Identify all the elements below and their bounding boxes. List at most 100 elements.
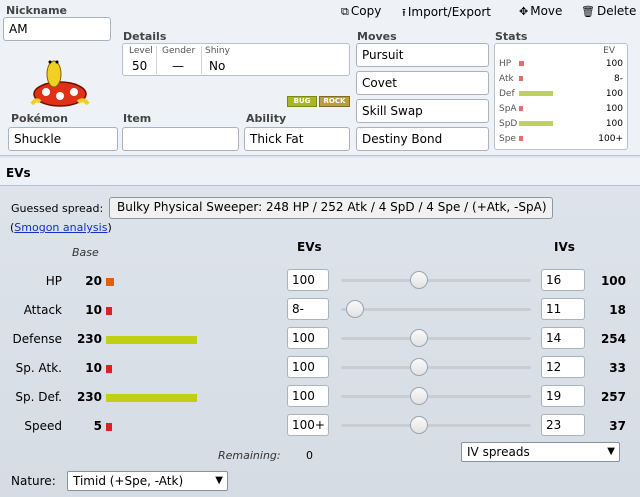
set-editor-panel: Nickname AM ⧉ Copy ⭱ Import/Export ✥ Move 🗑… [0, 0, 640, 156]
details-divider [201, 46, 202, 74]
base-header: Base [72, 246, 99, 259]
smogon-analysis-link[interactable]: Smogon analysis [14, 221, 107, 234]
ev-row: Attack 10 8- 11 18 [0, 296, 640, 325]
ev-slider-track[interactable] [341, 337, 531, 340]
type-badge-rock: ROCK [319, 96, 350, 107]
moves-label: Moves [357, 30, 397, 43]
delete-button[interactable]: 🗑 Delete [581, 4, 636, 18]
stat-summary-row: Atk 8- [495, 73, 629, 85]
ev-slider-handle[interactable] [410, 271, 428, 289]
iv-input[interactable]: 23 [541, 414, 585, 436]
base-stat-value: 230 [76, 332, 102, 346]
iv-input[interactable]: 14 [541, 327, 585, 349]
ev-slider-track[interactable] [341, 366, 531, 369]
ev-slider-handle[interactable] [410, 387, 428, 405]
stat-summary-row: Spe 100+ [495, 133, 629, 145]
base-stat-value: 230 [76, 390, 102, 404]
ev-input[interactable]: 8- [287, 298, 329, 320]
evs-title: EVs [6, 166, 31, 180]
import-export-label: Import/Export [407, 5, 492, 19]
ev-row: Sp. Atk. 10 100 12 33 [0, 354, 640, 383]
chevron-down-icon: ▼ [607, 446, 615, 457]
stat-total: 18 [609, 303, 626, 317]
ev-input[interactable]: 100 [287, 385, 329, 407]
ev-slider-track[interactable] [341, 279, 531, 282]
iv-spreads-select[interactable]: IV spreads ▼ [461, 442, 620, 462]
stat-name: Speed [24, 419, 62, 433]
base-stat-bar [106, 307, 112, 315]
ev-slider-track[interactable] [341, 424, 531, 427]
move-slot-4[interactable]: Destiny Bond [356, 127, 489, 151]
guessed-spread-label: Guessed spread: [11, 202, 104, 215]
nickname-input[interactable]: AM [3, 17, 111, 41]
stat-bar [519, 61, 524, 66]
ev-input[interactable]: 100 [287, 269, 329, 291]
ev-slider-track[interactable] [341, 395, 531, 398]
pokemon-input[interactable]: Shuckle [8, 127, 118, 151]
move-button[interactable]: ✥ Move [519, 4, 562, 18]
base-stat-bar [106, 278, 114, 286]
stat-total: 100 [600, 274, 626, 288]
base-stat-bar [106, 336, 197, 344]
stat-summary-row: SpA 100 [495, 103, 629, 115]
iv-input[interactable]: 12 [541, 356, 585, 378]
shiny-label: Shiny [205, 46, 230, 56]
ev-row: HP 20 100 16 100 [0, 267, 640, 296]
ev-slider-handle[interactable] [410, 329, 428, 347]
ev-slider-handle[interactable] [410, 358, 428, 376]
ability-label: Ability [246, 112, 287, 125]
ev-row: Sp. Def. 230 100 19 257 [0, 383, 640, 412]
paren-close: ) [107, 221, 112, 234]
nature-select[interactable]: Timid (+Spe, -Atk) ▼ [67, 471, 228, 491]
stat-name: Defense [12, 332, 62, 346]
iv-input[interactable]: 11 [541, 298, 585, 320]
stat-summary-row: Def 100 [495, 88, 629, 100]
details-divider [156, 46, 157, 74]
iv-input[interactable]: 19 [541, 385, 585, 407]
stat-name: Attack [23, 303, 62, 317]
stat-bar [519, 91, 553, 96]
iv-input[interactable]: 16 [541, 269, 585, 291]
stat-name: HP [45, 274, 62, 288]
remaining-label: Remaining: [218, 449, 281, 462]
ev-input[interactable]: 100+ [287, 414, 329, 436]
item-input[interactable] [122, 127, 239, 151]
copy-button[interactable]: ⧉ Copy [341, 4, 381, 19]
move-slot-2[interactable]: Covet [356, 71, 489, 95]
pokemon-label: Pokémon [11, 112, 68, 125]
import-export-button[interactable]: ⭱ Import/Export [402, 4, 491, 23]
gender-value: — [172, 59, 184, 73]
ability-input[interactable]: Thick Fat [244, 127, 350, 151]
ev-slider-handle[interactable] [346, 300, 364, 318]
iv-spreads-value: IV spreads [467, 445, 530, 459]
stat-bar [519, 136, 523, 141]
ev-row: Speed 5 100+ 23 37 [0, 412, 640, 441]
stat-name: Sp. Def. [15, 390, 62, 404]
guessed-spread-button[interactable]: Bulky Physical Sweeper: 248 HP / 252 Atk… [109, 197, 553, 219]
chevron-down-icon: ▼ [215, 475, 223, 486]
base-stat-value: 20 [85, 274, 102, 288]
move-slot-1[interactable]: Pursuit [356, 43, 489, 67]
base-stat-bar [106, 365, 112, 373]
ev-row: Defense 230 100 14 254 [0, 325, 640, 354]
nature-label: Nature: [11, 474, 56, 488]
stats-summary-button[interactable]: EV HP 100 Atk 8- Def 100 SpA 100 SpD 100 Spe 100+ [494, 43, 628, 150]
upload-icon: ⭱ [402, 6, 406, 19]
stat-total: 33 [609, 361, 626, 375]
stat-ev: 100 [605, 89, 623, 99]
ev-input[interactable]: 100 [287, 356, 329, 378]
ev-column-header: EV [603, 46, 615, 56]
item-label: Item [123, 112, 152, 125]
delete-label: Delete [596, 4, 637, 18]
stat-name: Spe [499, 134, 516, 144]
stat-name: Atk [499, 74, 514, 84]
move-slot-3[interactable]: Skill Swap [356, 99, 489, 123]
ev-slider-track[interactable] [341, 308, 531, 311]
details-box[interactable]: Level 50 Gender — Shiny No [122, 43, 350, 76]
stat-ev: 100 [605, 59, 623, 69]
ev-input[interactable]: 100 [287, 327, 329, 349]
nickname-label: Nickname [6, 4, 67, 17]
stat-name: SpA [499, 104, 517, 114]
ev-slider-handle[interactable] [410, 416, 428, 434]
stat-name: Def [499, 89, 515, 99]
